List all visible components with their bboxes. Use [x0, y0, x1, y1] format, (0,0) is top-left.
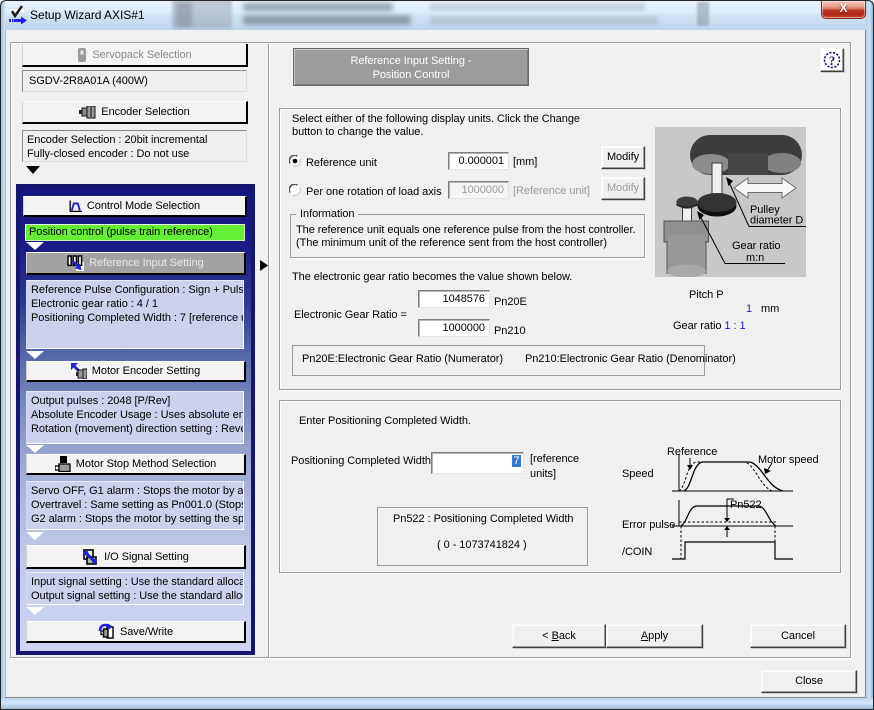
svg-text:Pn522: Pn522: [730, 499, 762, 511]
svg-text:?: ?: [829, 53, 835, 68]
svg-text:Motor speed: Motor speed: [758, 454, 819, 466]
svg-text:diameter D: diameter D: [750, 215, 803, 227]
svg-text:m:n: m:n: [746, 252, 764, 264]
svg-text:Gear ratio: Gear ratio: [732, 240, 780, 252]
svg-text:Reference: Reference: [667, 446, 717, 458]
